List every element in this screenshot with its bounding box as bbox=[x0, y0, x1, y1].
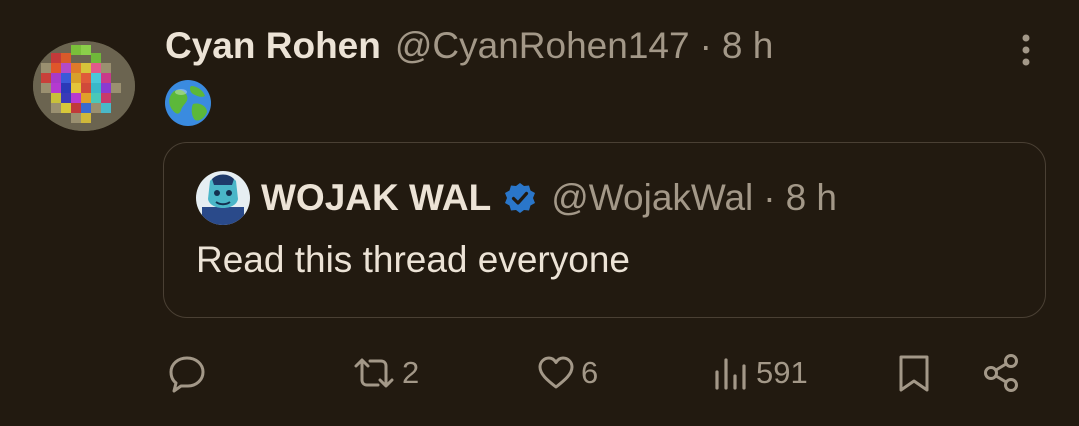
like-button[interactable]: 6 bbox=[535, 350, 598, 396]
quoted-author-avatar[interactable] bbox=[196, 171, 250, 225]
quoted-author-handle[interactable]: @WojakWal bbox=[551, 177, 753, 219]
reply-button[interactable] bbox=[166, 350, 208, 396]
repost-icon bbox=[354, 358, 394, 388]
verified-badge-icon[interactable] bbox=[503, 181, 537, 215]
author-name[interactable]: Cyan Rohen bbox=[165, 25, 381, 67]
globe-emoji-icon bbox=[163, 78, 213, 128]
repost-count: 2 bbox=[402, 355, 420, 390]
share-icon bbox=[984, 354, 1018, 392]
views-count: 591 bbox=[756, 355, 808, 390]
pixel-art-avatar-image bbox=[33, 41, 135, 131]
bar-chart-icon bbox=[715, 358, 746, 390]
author-avatar[interactable] bbox=[33, 41, 135, 131]
post-card[interactable]: Cyan Rohen @CyanRohen147 · 8 h WOJAK WAL… bbox=[0, 0, 1079, 426]
quoted-post-card[interactable]: WOJAK WAL @WojakWal · 8 h Read this thre… bbox=[163, 142, 1046, 318]
post-header: Cyan Rohen @CyanRohen147 · 8 h bbox=[165, 22, 773, 70]
heart-icon bbox=[538, 356, 574, 389]
views-button[interactable]: 591 bbox=[710, 350, 808, 396]
quoted-post-timestamp[interactable]: 8 h bbox=[786, 177, 837, 219]
wojak-avatar-image bbox=[196, 171, 250, 225]
reply-icon bbox=[169, 356, 205, 393]
quoted-author-name[interactable]: WOJAK WAL bbox=[261, 177, 491, 219]
separator-dot: · bbox=[699, 25, 712, 66]
share-button[interactable] bbox=[981, 350, 1023, 396]
quoted-post-text: Read this thread everyone bbox=[196, 239, 630, 280]
quoted-separator-dot: · bbox=[763, 177, 776, 218]
repost-button[interactable]: 2 bbox=[350, 350, 419, 396]
more-options-icon[interactable] bbox=[1012, 30, 1040, 70]
quoted-post-header: WOJAK WAL @WojakWal · 8 h bbox=[261, 176, 837, 220]
post-timestamp[interactable]: 8 h bbox=[722, 25, 773, 67]
bookmark-icon bbox=[899, 355, 929, 392]
like-count: 6 bbox=[581, 355, 599, 390]
bookmark-button[interactable] bbox=[893, 350, 935, 396]
author-handle[interactable]: @CyanRohen147 bbox=[395, 25, 690, 67]
